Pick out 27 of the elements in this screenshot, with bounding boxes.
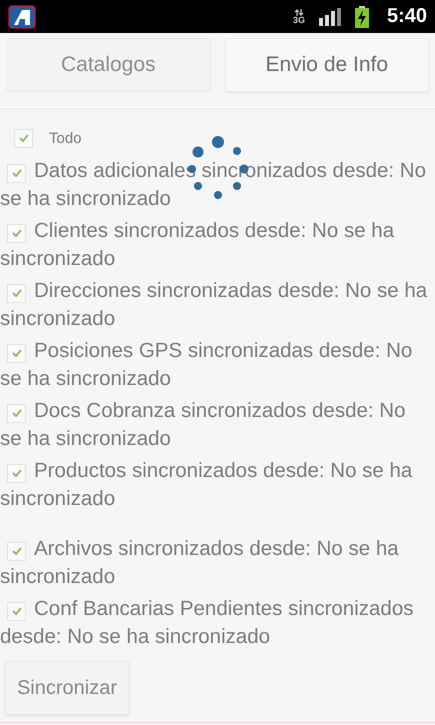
network-type: 3G [292, 8, 305, 24]
signal-icon [318, 8, 341, 26]
checkbox-option[interactable]: Datos adicionales sincronizados desde: No se ha sincronizado [0, 157, 435, 213]
check-icon [10, 467, 22, 479]
check-icon [18, 132, 30, 144]
check-icon [10, 167, 22, 179]
check-icon [10, 545, 22, 557]
battery-charging-icon [354, 6, 369, 28]
checkbox-option[interactable]: Productos sincronizados desde: No se ha sincronizado [0, 457, 435, 513]
check-icon [10, 227, 22, 239]
check-icon [10, 347, 22, 359]
checkbox-option[interactable]: Direcciones sincronizadas desde: No se ha sincronizado [0, 277, 435, 333]
checkbox-label: Todo [49, 130, 82, 146]
checkbox[interactable] [14, 128, 33, 148]
checkbox-option[interactable]: Archivos sincronizados desde: No se ha sincronizado [0, 535, 435, 591]
check-icon [10, 287, 22, 299]
checkbox-option[interactable]: Clientes sincronizados desde: No se ha sincronizado [0, 217, 435, 273]
checkbox-option[interactable]: Docs Cobranza sincronizados desde: No se ha sincronizado [0, 397, 435, 453]
clock-time: 5:40 [386, 5, 427, 28]
sync-button[interactable]: Sincronizar [5, 661, 129, 715]
checkbox-option[interactable]: Conf Bancarias Pendientes sincronizados desde: No se ha sincronizado [0, 595, 435, 651]
check-icon [10, 407, 22, 419]
check-icon [10, 605, 22, 617]
app-logo-icon [8, 4, 36, 28]
checkbox-option[interactable]: Posiciones GPS sincronizadas desde: No se ha sincronizado [0, 337, 435, 393]
tab[interactable]: Envio de Info [224, 38, 429, 92]
tab[interactable]: Catalogos [6, 38, 210, 92]
